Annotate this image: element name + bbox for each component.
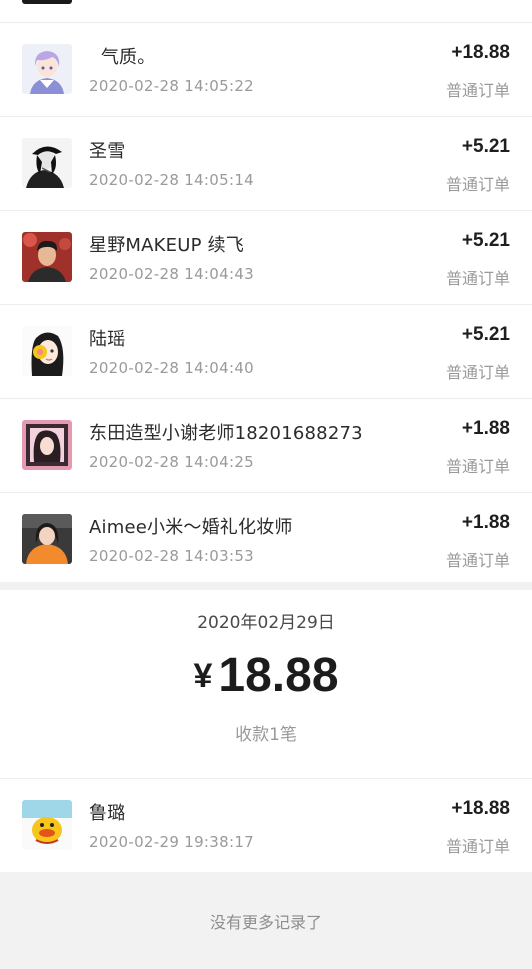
payer-name: 东田造型小谢老师18201688273 xyxy=(89,423,363,444)
payment-amount: +5.21 xyxy=(461,136,510,157)
payment-time: 2020-02-28 14:05:22 xyxy=(89,77,255,95)
summary-date: 2020年02月29日 xyxy=(197,613,335,633)
payment-records-screen: 气质。 2020-02-28 14:05:22 +18.88 普通订单 圣雪 2… xyxy=(0,0,532,969)
payer-name: 星野MAKEUP 续飞 xyxy=(89,235,244,256)
order-type: 普通订单 xyxy=(445,363,510,382)
total-amount: 18.88 xyxy=(218,649,339,702)
no-more-records-text: 没有更多记录了 xyxy=(209,913,322,932)
payment-time: 2020-02-28 14:03:53 xyxy=(89,547,255,565)
payment-amount: +18.88 xyxy=(451,42,510,63)
payment-amount: +1.88 xyxy=(461,418,510,439)
daily-summary: 2020年02月29日 ¥18.88 收款1笔 xyxy=(0,590,532,776)
orange-sweater-avatar xyxy=(22,514,72,564)
record-row[interactable]: 东田造型小谢老师18201688273 2020-02-28 14:04:25 … xyxy=(0,398,532,492)
payment-amount: +5.21 xyxy=(461,324,510,345)
payer-name: 圣雪 xyxy=(89,141,126,162)
payment-amount: +1.88 xyxy=(461,512,510,533)
payer-name: Aimee小米～婚礼化妆师 xyxy=(89,517,293,538)
order-type: 普通订单 xyxy=(445,81,510,100)
drawn-girl-avatar xyxy=(22,326,72,376)
summary-count: 收款1笔 xyxy=(235,725,297,745)
record-row[interactable]: 陆瑶 2020-02-28 14:04:40 +5.21 普通订单 xyxy=(0,304,532,398)
payment-amount: +18.88 xyxy=(451,798,510,819)
currency-symbol: ¥ xyxy=(193,657,213,695)
payment-time: 2020-02-29 19:38:17 xyxy=(89,833,255,851)
summary-total: ¥18.88 xyxy=(0,648,532,703)
order-type: 普通订单 xyxy=(445,551,510,570)
duck-cartoon-avatar xyxy=(22,800,72,850)
record-row[interactable]: 气质。 2020-02-28 14:05:22 +18.88 普通订单 xyxy=(0,22,532,116)
record-row[interactable]: 鲁璐 2020-02-29 19:38:17 +18.88 普通订单 xyxy=(0,778,532,872)
record-row[interactable]: 星野MAKEUP 续飞 2020-02-28 14:04:43 +5.21 普通… xyxy=(0,210,532,304)
order-type: 普通订单 xyxy=(445,457,510,476)
payer-name: 鲁璐 xyxy=(89,803,126,824)
payment-time: 2020-02-28 14:04:43 xyxy=(89,265,255,283)
payment-time: 2020-02-28 14:04:25 xyxy=(89,453,255,471)
order-type: 普通订单 xyxy=(445,269,510,288)
pink-frame-girl-avatar xyxy=(22,420,72,470)
records-list-feb29: 鲁璐 2020-02-29 19:38:17 +18.88 普通订单 xyxy=(0,778,532,872)
list-footer: 没有更多记录了 xyxy=(0,872,532,969)
previous-avatar-fragment xyxy=(22,0,72,4)
anime-boy-avatar xyxy=(22,44,72,94)
bw-girl-hat-avatar xyxy=(22,138,72,188)
record-row[interactable]: Aimee小米～婚礼化妆师 2020-02-28 14:03:53 +1.88 … xyxy=(0,492,532,586)
young-man-avatar xyxy=(22,232,72,282)
payment-time: 2020-02-28 14:04:40 xyxy=(89,359,255,377)
payment-time: 2020-02-28 14:05:14 xyxy=(89,171,255,189)
payer-name: 气质。 xyxy=(89,47,156,68)
record-row[interactable]: 圣雪 2020-02-28 14:05:14 +5.21 普通订单 xyxy=(0,116,532,210)
payer-name: 陆瑶 xyxy=(89,329,126,350)
records-list-feb28: 气质。 2020-02-28 14:05:22 +18.88 普通订单 圣雪 2… xyxy=(0,22,532,586)
order-type: 普通订单 xyxy=(445,175,510,194)
order-type: 普通订单 xyxy=(445,837,510,856)
payment-amount: +5.21 xyxy=(461,230,510,251)
section-divider xyxy=(0,582,532,590)
